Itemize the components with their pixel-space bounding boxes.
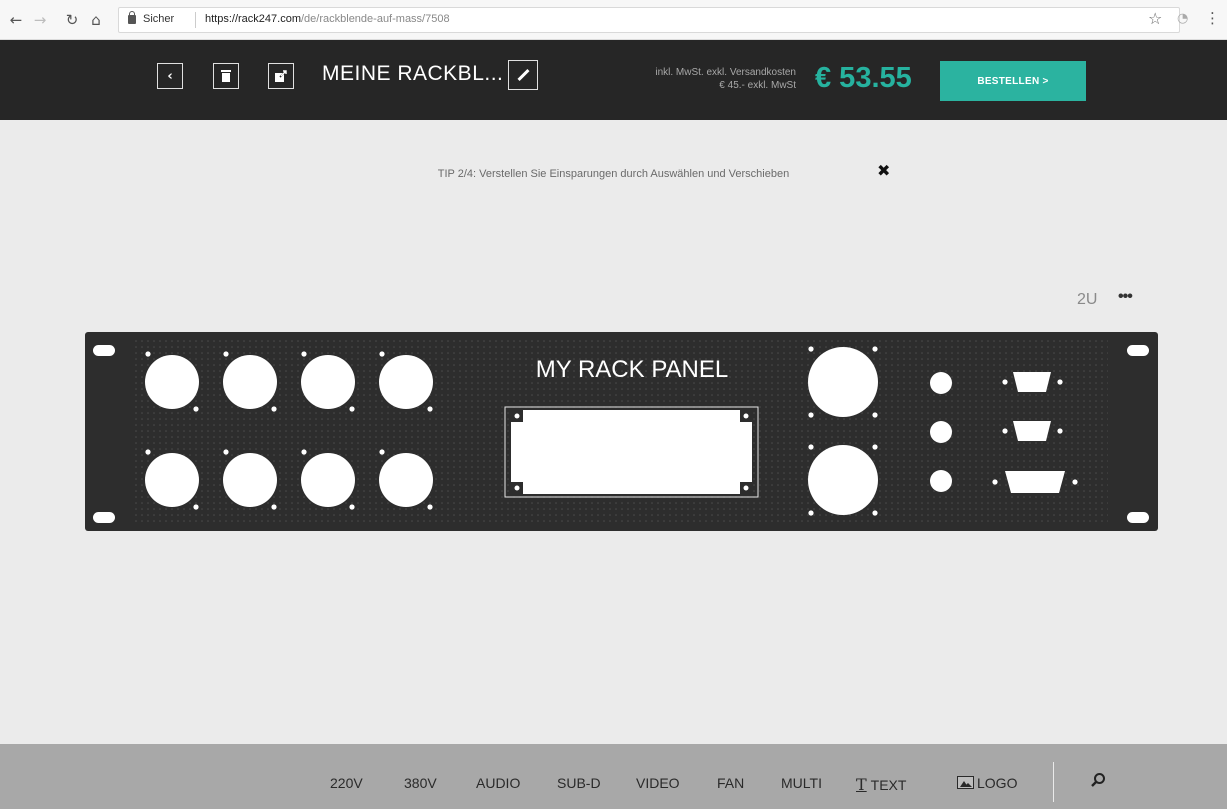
mount-slot [93, 345, 115, 356]
chevron-left-icon: ‹ [167, 68, 173, 84]
total-price: € 53.55 [815, 62, 912, 94]
close-icon[interactable]: ✖ [877, 161, 890, 180]
tool-sub-d[interactable]: SUB-D [557, 775, 601, 791]
address-bar[interactable]: Sicher https://rack247.com/de/rackblende… [118, 7, 1180, 33]
url-text[interactable]: https://rack247.com/de/rackblende-auf-ma… [205, 13, 450, 25]
app-header: ‹ MEINE RACKBL... inkl. MwSt. exkl. Vers… [0, 40, 1227, 120]
text-icon: T [856, 775, 867, 794]
rack-unit-size: 2U [1077, 291, 1098, 308]
search-icon[interactable] [1090, 772, 1106, 788]
component-toolbar: 220V 380V AUDIO SUB-D VIDEO FAN MULTI TT… [0, 744, 1227, 809]
pencil-icon [516, 68, 530, 82]
mount-slot [93, 512, 115, 523]
share-icon [275, 70, 287, 82]
home-icon[interactable]: ⌂ [86, 10, 106, 30]
extension-icon[interactable]: ◔ [1177, 11, 1188, 26]
large-round-cutout[interactable] [808, 346, 878, 418]
mount-slot [1127, 345, 1149, 356]
tool-logo[interactable]: LOGO [957, 775, 1017, 791]
url-host: https://rack247.com [205, 13, 301, 25]
tool-logo-label: LOGO [977, 775, 1018, 791]
image-icon [957, 776, 974, 789]
trash-icon [221, 70, 231, 82]
browser-chrome: ← → ↻ ⌂ Sicher https://rack247.com/de/ra… [0, 0, 1227, 40]
delete-button[interactable] [213, 63, 239, 89]
price-note: inkl. MwSt. exkl. Versandkosten € 45.- e… [586, 66, 796, 92]
toolbar-divider [1053, 762, 1054, 802]
tool-video[interactable]: VIDEO [636, 775, 680, 791]
url-path: /de/rackblende-auf-mass/7508 [301, 13, 450, 25]
small-hole-cutout[interactable] [930, 372, 952, 394]
bookmark-star-icon[interactable]: ☆ [1148, 9, 1162, 28]
tool-audio[interactable]: AUDIO [476, 775, 520, 791]
rack-panel[interactable]: MY RACK PANEL [85, 332, 1158, 531]
back-button[interactable]: ‹ [157, 63, 183, 89]
small-hole-cutout[interactable] [930, 470, 952, 492]
reload-icon[interactable]: ↻ [62, 10, 82, 30]
order-button[interactable]: BESTELLEN > [940, 61, 1086, 101]
price-note-tax: inkl. MwSt. exkl. Versandkosten [655, 67, 796, 78]
back-arrow-icon[interactable]: ← [6, 10, 26, 30]
document-title: MEINE RACKBL... [322, 62, 504, 85]
lock-icon [128, 11, 136, 24]
more-options-icon[interactable]: ••• [1118, 288, 1133, 306]
tool-fan[interactable]: FAN [717, 775, 744, 791]
share-button[interactable] [268, 63, 294, 89]
tool-text[interactable]: T TEXT [856, 775, 906, 794]
tool-text-label: TEXT [870, 777, 907, 793]
tool-multi[interactable]: MULTI [781, 775, 822, 791]
multi-connector-cutout[interactable] [504, 406, 759, 498]
browser-menu-icon[interactable]: ⋮ [1205, 9, 1220, 27]
edit-title-button[interactable] [508, 60, 538, 90]
tip-bar: TIP 2/4: Verstellen Sie Einsparungen dur… [0, 161, 1227, 182]
tool-380v[interactable]: 380V [404, 775, 437, 791]
large-round-cutout[interactable] [808, 444, 878, 516]
small-hole-cutout[interactable] [930, 421, 952, 443]
url-divider [195, 12, 196, 28]
panel-label[interactable]: MY RACK PANEL [536, 356, 729, 383]
tool-220v[interactable]: 220V [330, 775, 363, 791]
price-note-net: € 45.- exkl. MwSt [719, 80, 796, 91]
forward-arrow-icon[interactable]: → [30, 10, 50, 30]
mount-slot [1127, 512, 1149, 523]
tip-text: TIP 2/4: Verstellen Sie Einsparungen dur… [437, 168, 790, 180]
secure-label: Sicher [143, 13, 175, 25]
